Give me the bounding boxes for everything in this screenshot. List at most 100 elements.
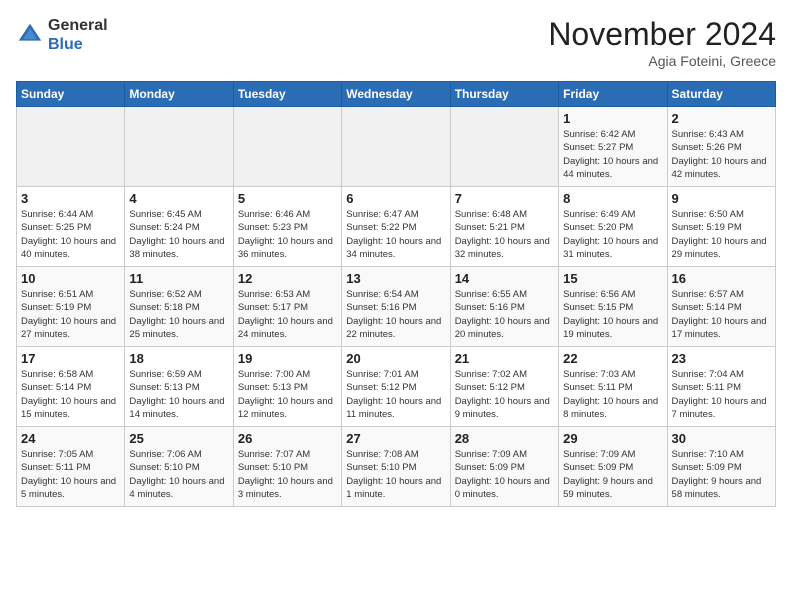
table-row: 17 Sunrise: 6:58 AMSunset: 5:14 PMDayligh… (17, 347, 125, 427)
table-row: 1 Sunrise: 6:42 AMSunset: 5:27 PMDaylight… (559, 107, 667, 187)
table-row: 23Sunrise: 7:04 AMSunset: 5:11 PMDayligh… (667, 347, 775, 427)
day-number: 28 (455, 431, 554, 446)
day-number: 13 (346, 271, 445, 286)
day-info: Sunrise: 6:51 AMSunset: 5:19 PMDaylight:… (21, 288, 120, 341)
day-number: 7 (455, 191, 554, 206)
day-info: Sunrise: 6:49 AMSunset: 5:20 PMDaylight:… (563, 208, 662, 261)
day-number: 4 (129, 191, 228, 206)
day-number: 12 (238, 271, 337, 286)
table-row (450, 107, 558, 187)
day-number: 6 (346, 191, 445, 206)
day-info: Sunrise: 6:42 AMSunset: 5:27 PMDaylight:… (563, 128, 662, 181)
day-info: Sunrise: 7:05 AMSunset: 5:11 PMDaylight:… (21, 448, 120, 501)
day-info: Sunrise: 6:53 AMSunset: 5:17 PMDaylight:… (238, 288, 337, 341)
day-info: Sunrise: 6:59 AMSunset: 5:13 PMDaylight:… (129, 368, 228, 421)
day-info: Sunrise: 6:46 AMSunset: 5:23 PMDaylight:… (238, 208, 337, 261)
col-thursday: Thursday (450, 82, 558, 107)
table-row: 16 Sunrise: 6:57 AMSunset: 5:14 PMDayligh… (667, 267, 775, 347)
table-row: 28 Sunrise: 7:09 AMSunset: 5:09 PMDayligh… (450, 427, 558, 507)
logo: General Blue (16, 16, 108, 54)
day-info: Sunrise: 6:48 AMSunset: 5:21 PMDaylight:… (455, 208, 554, 261)
calendar-week-0: 1 Sunrise: 6:42 AMSunset: 5:27 PMDaylight… (17, 107, 776, 187)
table-row (125, 107, 233, 187)
day-info: Sunrise: 7:09 AMSunset: 5:09 PMDaylight:… (563, 448, 662, 501)
table-row: 12 Sunrise: 6:53 AMSunset: 5:17 PMDayligh… (233, 267, 341, 347)
day-info: Sunrise: 7:10 AMSunset: 5:09 PMDaylight:… (672, 448, 771, 501)
day-number: 16 (672, 271, 771, 286)
day-info: Sunrise: 6:44 AMSunset: 5:25 PMDaylight:… (21, 208, 120, 261)
table-row: 13 Sunrise: 6:54 AMSunset: 5:16 PMDayligh… (342, 267, 450, 347)
col-saturday: Saturday (667, 82, 775, 107)
table-row: 20 Sunrise: 7:01 AMSunset: 5:12 PMDayligh… (342, 347, 450, 427)
day-info: Sunrise: 6:55 AMSunset: 5:16 PMDaylight:… (455, 288, 554, 341)
logo-icon (16, 21, 44, 49)
table-row: 27 Sunrise: 7:08 AMSunset: 5:10 PMDayligh… (342, 427, 450, 507)
day-number: 27 (346, 431, 445, 446)
table-row: 15 Sunrise: 6:56 AMSunset: 5:15 PMDayligh… (559, 267, 667, 347)
header-row: Sunday Monday Tuesday Wednesday Thursday… (17, 82, 776, 107)
col-sunday: Sunday (17, 82, 125, 107)
table-row: 26Sunrise: 7:07 AMSunset: 5:10 PMDayligh… (233, 427, 341, 507)
table-row: 11Sunrise: 6:52 AMSunset: 5:18 PMDayligh… (125, 267, 233, 347)
day-number: 30 (672, 431, 771, 446)
location: Agia Foteini, Greece (548, 53, 776, 69)
day-number: 15 (563, 271, 662, 286)
table-row: 29 Sunrise: 7:09 AMSunset: 5:09 PMDayligh… (559, 427, 667, 507)
table-row: 25Sunrise: 7:06 AMSunset: 5:10 PMDayligh… (125, 427, 233, 507)
title-block: November 2024 Agia Foteini, Greece (548, 16, 776, 69)
calendar-header: Sunday Monday Tuesday Wednesday Thursday… (17, 82, 776, 107)
col-tuesday: Tuesday (233, 82, 341, 107)
day-info: Sunrise: 7:04 AMSunset: 5:11 PMDaylight:… (672, 368, 771, 421)
day-info: Sunrise: 6:54 AMSunset: 5:16 PMDaylight:… (346, 288, 445, 341)
day-info: Sunrise: 6:47 AMSunset: 5:22 PMDaylight:… (346, 208, 445, 261)
day-info: Sunrise: 6:56 AMSunset: 5:15 PMDaylight:… (563, 288, 662, 341)
calendar-body: 1 Sunrise: 6:42 AMSunset: 5:27 PMDaylight… (17, 107, 776, 507)
table-row: 21 Sunrise: 7:02 AMSunset: 5:12 PMDayligh… (450, 347, 558, 427)
table-row: 3 Sunrise: 6:44 AMSunset: 5:25 PMDaylight… (17, 187, 125, 267)
table-row: 24 Sunrise: 7:05 AMSunset: 5:11 PMDayligh… (17, 427, 125, 507)
table-row: 7 Sunrise: 6:48 AMSunset: 5:21 PMDaylight… (450, 187, 558, 267)
table-row: 30 Sunrise: 7:10 AMSunset: 5:09 PMDayligh… (667, 427, 775, 507)
calendar-week-3: 17 Sunrise: 6:58 AMSunset: 5:14 PMDayligh… (17, 347, 776, 427)
calendar-table: Sunday Monday Tuesday Wednesday Thursday… (16, 81, 776, 507)
day-info: Sunrise: 7:09 AMSunset: 5:09 PMDaylight:… (455, 448, 554, 501)
day-info: Sunrise: 7:00 AMSunset: 5:13 PMDaylight:… (238, 368, 337, 421)
day-info: Sunrise: 6:57 AMSunset: 5:14 PMDaylight:… (672, 288, 771, 341)
day-info: Sunrise: 7:06 AMSunset: 5:10 PMDaylight:… (129, 448, 228, 501)
day-info: Sunrise: 7:07 AMSunset: 5:10 PMDaylight:… (238, 448, 337, 501)
col-friday: Friday (559, 82, 667, 107)
day-info: Sunrise: 7:08 AMSunset: 5:10 PMDaylight:… (346, 448, 445, 501)
day-number: 14 (455, 271, 554, 286)
table-row: 2 Sunrise: 6:43 AMSunset: 5:26 PMDaylight… (667, 107, 775, 187)
day-number: 1 (563, 111, 662, 126)
day-number: 17 (21, 351, 120, 366)
day-number: 10 (21, 271, 120, 286)
day-number: 29 (563, 431, 662, 446)
day-info: Sunrise: 6:45 AMSunset: 5:24 PMDaylight:… (129, 208, 228, 261)
day-info: Sunrise: 6:43 AMSunset: 5:26 PMDaylight:… (672, 128, 771, 181)
table-row (17, 107, 125, 187)
day-number: 21 (455, 351, 554, 366)
page-header: General Blue November 2024 Agia Foteini,… (16, 16, 776, 69)
day-number: 20 (346, 351, 445, 366)
table-row: 6 Sunrise: 6:47 AMSunset: 5:22 PMDaylight… (342, 187, 450, 267)
day-number: 24 (21, 431, 120, 446)
day-info: Sunrise: 6:50 AMSunset: 5:19 PMDaylight:… (672, 208, 771, 261)
table-row (342, 107, 450, 187)
table-row: 14 Sunrise: 6:55 AMSunset: 5:16 PMDayligh… (450, 267, 558, 347)
day-number: 11 (129, 271, 228, 286)
day-number: 18 (129, 351, 228, 366)
day-info: Sunrise: 7:03 AMSunset: 5:11 PMDaylight:… (563, 368, 662, 421)
table-row: 5Sunrise: 6:46 AMSunset: 5:23 PMDaylight… (233, 187, 341, 267)
table-row: 10 Sunrise: 6:51 AMSunset: 5:19 PMDayligh… (17, 267, 125, 347)
day-number: 2 (672, 111, 771, 126)
day-number: 3 (21, 191, 120, 206)
col-monday: Monday (125, 82, 233, 107)
day-number: 8 (563, 191, 662, 206)
table-row: 18 Sunrise: 6:59 AMSunset: 5:13 PMDayligh… (125, 347, 233, 427)
day-info: Sunrise: 7:01 AMSunset: 5:12 PMDaylight:… (346, 368, 445, 421)
day-info: Sunrise: 6:58 AMSunset: 5:14 PMDaylight:… (21, 368, 120, 421)
table-row: 8 Sunrise: 6:49 AMSunset: 5:20 PMDaylight… (559, 187, 667, 267)
day-info: Sunrise: 7:02 AMSunset: 5:12 PMDaylight:… (455, 368, 554, 421)
day-number: 22 (563, 351, 662, 366)
